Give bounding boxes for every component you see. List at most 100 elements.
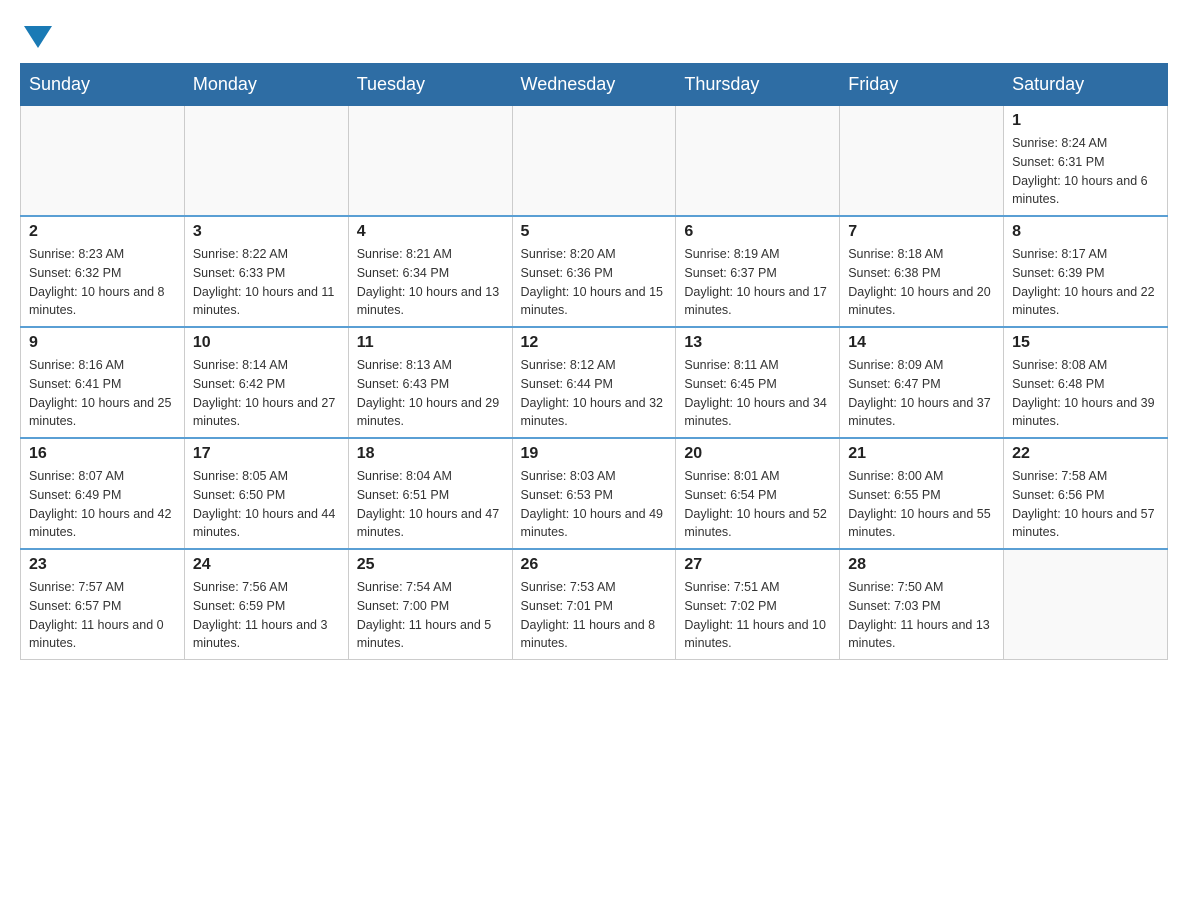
day-info: Sunrise: 8:16 AMSunset: 6:41 PMDaylight:… bbox=[29, 356, 176, 431]
calendar-cell bbox=[1004, 549, 1168, 660]
calendar-cell: 22 Sunrise: 7:58 AMSunset: 6:56 PMDayligh… bbox=[1004, 438, 1168, 549]
day-info: Sunrise: 8:14 AMSunset: 6:42 PMDaylight:… bbox=[193, 356, 340, 431]
day-info: Sunrise: 8:17 AMSunset: 6:39 PMDaylight:… bbox=[1012, 245, 1159, 320]
day-number: 13 bbox=[684, 334, 831, 352]
day-info: Sunrise: 8:22 AMSunset: 6:33 PMDaylight:… bbox=[193, 245, 340, 320]
calendar-cell: 14Sunrise: 8:09 AMSunset: 6:47 PMDayligh… bbox=[840, 327, 1004, 438]
day-number: 26 bbox=[521, 556, 668, 574]
day-info: Sunrise: 8:18 AMSunset: 6:38 PMDaylight:… bbox=[848, 245, 995, 320]
day-number: 24 bbox=[193, 556, 340, 574]
day-number: 1 bbox=[1012, 112, 1159, 130]
weekday-header-sunday: Sunday bbox=[21, 64, 185, 106]
calendar-cell bbox=[512, 106, 676, 217]
day-info: Sunrise: 8:01 AMSunset: 6:54 PMDaylight:… bbox=[684, 467, 831, 542]
day-number: 5 bbox=[521, 223, 668, 241]
day-number: 6 bbox=[684, 223, 831, 241]
calendar-week-row: 2 Sunrise: 8:23 AMSunset: 6:32 PMDaylight… bbox=[21, 216, 1168, 327]
calendar-week-row: 16 Sunrise: 8:07 AMSunset: 6:49 PMDayligh… bbox=[21, 438, 1168, 549]
day-number: 9 bbox=[29, 334, 176, 352]
day-info: Sunrise: 7:54 AMSunset: 7:00 PMDaylight:… bbox=[357, 578, 504, 653]
day-info: Sunrise: 8:13 AMSunset: 6:43 PMDaylight:… bbox=[357, 356, 504, 431]
calendar-cell: 6 Sunrise: 8:19 AMSunset: 6:37 PMDaylight… bbox=[676, 216, 840, 327]
day-info: Sunrise: 7:56 AMSunset: 6:59 PMDaylight:… bbox=[193, 578, 340, 653]
day-info: Sunrise: 8:08 AMSunset: 6:48 PMDaylight:… bbox=[1012, 356, 1159, 431]
day-number: 8 bbox=[1012, 223, 1159, 241]
day-info: Sunrise: 8:23 AMSunset: 6:32 PMDaylight:… bbox=[29, 245, 176, 320]
calendar-cell: 28 Sunrise: 7:50 AMSunset: 7:03 PMDayligh… bbox=[840, 549, 1004, 660]
calendar-cell bbox=[348, 106, 512, 217]
calendar-cell bbox=[676, 106, 840, 217]
logo bbox=[20, 20, 52, 53]
day-number: 23 bbox=[29, 556, 176, 574]
calendar-cell: 19 Sunrise: 8:03 AMSunset: 6:53 PMDayligh… bbox=[512, 438, 676, 549]
day-number: 11 bbox=[357, 334, 504, 352]
calendar-cell: 24 Sunrise: 7:56 AMSunset: 6:59 PMDayligh… bbox=[184, 549, 348, 660]
calendar-cell: 10Sunrise: 8:14 AMSunset: 6:42 PMDayligh… bbox=[184, 327, 348, 438]
weekday-header-wednesday: Wednesday bbox=[512, 64, 676, 106]
calendar-cell: 27Sunrise: 7:51 AMSunset: 7:02 PMDayligh… bbox=[676, 549, 840, 660]
calendar-cell: 8 Sunrise: 8:17 AMSunset: 6:39 PMDaylight… bbox=[1004, 216, 1168, 327]
calendar-cell: 25 Sunrise: 7:54 AMSunset: 7:00 PMDayligh… bbox=[348, 549, 512, 660]
calendar-cell: 18 Sunrise: 8:04 AMSunset: 6:51 PMDayligh… bbox=[348, 438, 512, 549]
day-info: Sunrise: 8:20 AMSunset: 6:36 PMDaylight:… bbox=[521, 245, 668, 320]
calendar-cell: 7 Sunrise: 8:18 AMSunset: 6:38 PMDaylight… bbox=[840, 216, 1004, 327]
calendar-cell: 11 Sunrise: 8:13 AMSunset: 6:43 PMDayligh… bbox=[348, 327, 512, 438]
day-number: 28 bbox=[848, 556, 995, 574]
day-number: 18 bbox=[357, 445, 504, 463]
day-number: 20 bbox=[684, 445, 831, 463]
page-header bbox=[20, 20, 1168, 53]
day-info: Sunrise: 8:00 AMSunset: 6:55 PMDaylight:… bbox=[848, 467, 995, 542]
day-info: Sunrise: 8:24 AMSunset: 6:31 PMDaylight:… bbox=[1012, 134, 1159, 209]
day-number: 15 bbox=[1012, 334, 1159, 352]
day-info: Sunrise: 7:50 AMSunset: 7:03 PMDaylight:… bbox=[848, 578, 995, 653]
day-number: 25 bbox=[357, 556, 504, 574]
day-number: 16 bbox=[29, 445, 176, 463]
day-number: 4 bbox=[357, 223, 504, 241]
calendar-cell: 2 Sunrise: 8:23 AMSunset: 6:32 PMDaylight… bbox=[21, 216, 185, 327]
calendar-cell: 26 Sunrise: 7:53 AMSunset: 7:01 PMDayligh… bbox=[512, 549, 676, 660]
calendar-cell: 20 Sunrise: 8:01 AMSunset: 6:54 PMDayligh… bbox=[676, 438, 840, 549]
calendar-cell bbox=[840, 106, 1004, 217]
calendar-cell: 13 Sunrise: 8:11 AMSunset: 6:45 PMDayligh… bbox=[676, 327, 840, 438]
day-number: 2 bbox=[29, 223, 176, 241]
day-number: 3 bbox=[193, 223, 340, 241]
calendar-cell: 9 Sunrise: 8:16 AMSunset: 6:41 PMDaylight… bbox=[21, 327, 185, 438]
calendar-cell: 16 Sunrise: 8:07 AMSunset: 6:49 PMDayligh… bbox=[21, 438, 185, 549]
weekday-header-saturday: Saturday bbox=[1004, 64, 1168, 106]
day-number: 7 bbox=[848, 223, 995, 241]
day-number: 22 bbox=[1012, 445, 1159, 463]
day-info: Sunrise: 8:07 AMSunset: 6:49 PMDaylight:… bbox=[29, 467, 176, 542]
calendar-table: SundayMondayTuesdayWednesdayThursdayFrid… bbox=[20, 63, 1168, 660]
day-info: Sunrise: 8:09 AMSunset: 6:47 PMDaylight:… bbox=[848, 356, 995, 431]
day-number: 19 bbox=[521, 445, 668, 463]
calendar-cell: 3 Sunrise: 8:22 AMSunset: 6:33 PMDaylight… bbox=[184, 216, 348, 327]
calendar-cell: 21 Sunrise: 8:00 AMSunset: 6:55 PMDayligh… bbox=[840, 438, 1004, 549]
weekday-header-row: SundayMondayTuesdayWednesdayThursdayFrid… bbox=[21, 64, 1168, 106]
day-info: Sunrise: 8:11 AMSunset: 6:45 PMDaylight:… bbox=[684, 356, 831, 431]
day-number: 17 bbox=[193, 445, 340, 463]
day-info: Sunrise: 7:57 AMSunset: 6:57 PMDaylight:… bbox=[29, 578, 176, 653]
calendar-cell: 12Sunrise: 8:12 AMSunset: 6:44 PMDayligh… bbox=[512, 327, 676, 438]
calendar-week-row: 23 Sunrise: 7:57 AMSunset: 6:57 PMDayligh… bbox=[21, 549, 1168, 660]
day-info: Sunrise: 8:12 AMSunset: 6:44 PMDaylight:… bbox=[521, 356, 668, 431]
calendar-cell: 23 Sunrise: 7:57 AMSunset: 6:57 PMDayligh… bbox=[21, 549, 185, 660]
day-info: Sunrise: 7:58 AMSunset: 6:56 PMDaylight:… bbox=[1012, 467, 1159, 542]
weekday-header-friday: Friday bbox=[840, 64, 1004, 106]
calendar-cell bbox=[184, 106, 348, 217]
calendar-cell: 1 Sunrise: 8:24 AMSunset: 6:31 PMDaylight… bbox=[1004, 106, 1168, 217]
day-info: Sunrise: 8:21 AMSunset: 6:34 PMDaylight:… bbox=[357, 245, 504, 320]
day-info: Sunrise: 7:51 AMSunset: 7:02 PMDaylight:… bbox=[684, 578, 831, 653]
day-info: Sunrise: 8:19 AMSunset: 6:37 PMDaylight:… bbox=[684, 245, 831, 320]
calendar-cell: 4 Sunrise: 8:21 AMSunset: 6:34 PMDaylight… bbox=[348, 216, 512, 327]
day-info: Sunrise: 8:04 AMSunset: 6:51 PMDaylight:… bbox=[357, 467, 504, 542]
calendar-week-row: 9 Sunrise: 8:16 AMSunset: 6:41 PMDaylight… bbox=[21, 327, 1168, 438]
calendar-cell: 15 Sunrise: 8:08 AMSunset: 6:48 PMDayligh… bbox=[1004, 327, 1168, 438]
day-number: 21 bbox=[848, 445, 995, 463]
day-info: Sunrise: 8:03 AMSunset: 6:53 PMDaylight:… bbox=[521, 467, 668, 542]
weekday-header-thursday: Thursday bbox=[676, 64, 840, 106]
day-info: Sunrise: 7:53 AMSunset: 7:01 PMDaylight:… bbox=[521, 578, 668, 653]
calendar-week-row: 1 Sunrise: 8:24 AMSunset: 6:31 PMDaylight… bbox=[21, 106, 1168, 217]
calendar-cell bbox=[21, 106, 185, 217]
logo-triangle-icon bbox=[24, 26, 52, 48]
weekday-header-tuesday: Tuesday bbox=[348, 64, 512, 106]
